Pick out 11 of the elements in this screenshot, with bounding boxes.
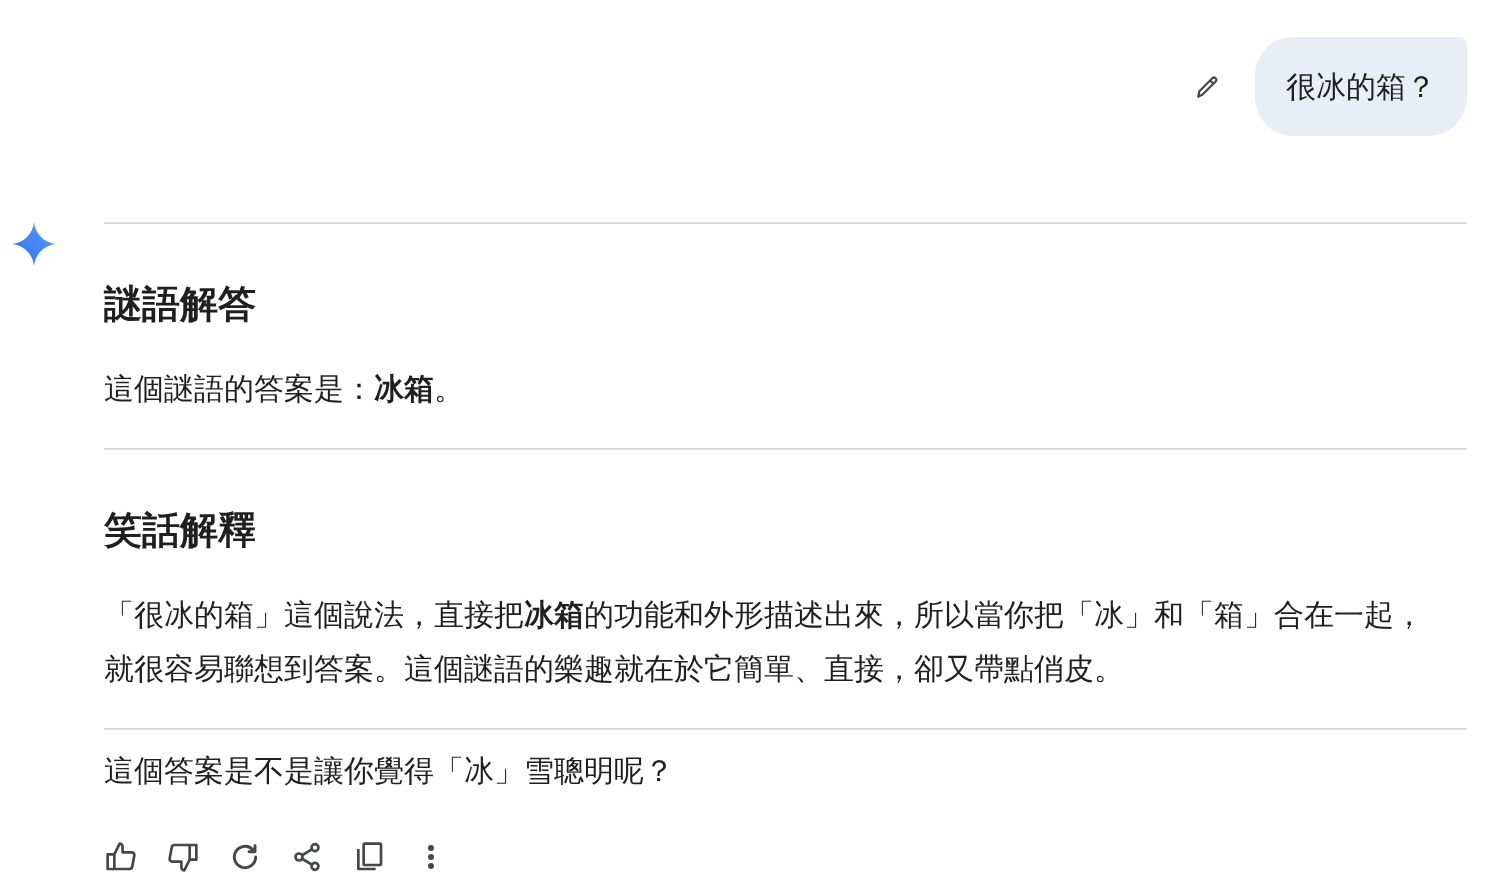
paragraph: 這個答案是不是讓你覺得「冰」雪聰明呢？ (104, 753, 675, 789)
more-options-icon (427, 844, 435, 870)
section-heading: 笑話解釋 (104, 508, 257, 553)
thumbs-up-icon (105, 841, 137, 873)
share-icon (291, 841, 323, 873)
sparkle-icon (12, 222, 56, 266)
thumbs-down-icon (167, 841, 199, 873)
user-message: 很冰的箱？ (1255, 37, 1467, 136)
paragraph: 「很冰的箱」這個說法，直接把冰箱的功能和外形描述出來，所以當你把「冰」和「箱」合在一起，就很容易聯想到答案。這個謎語的樂趣就在於它簡單、直接，卻又帶點俏皮。 (104, 597, 1425, 687)
section-heading: 謎語解答 (104, 282, 257, 327)
paragraph: 這個謎語的答案是：冰箱。 (104, 371, 465, 407)
